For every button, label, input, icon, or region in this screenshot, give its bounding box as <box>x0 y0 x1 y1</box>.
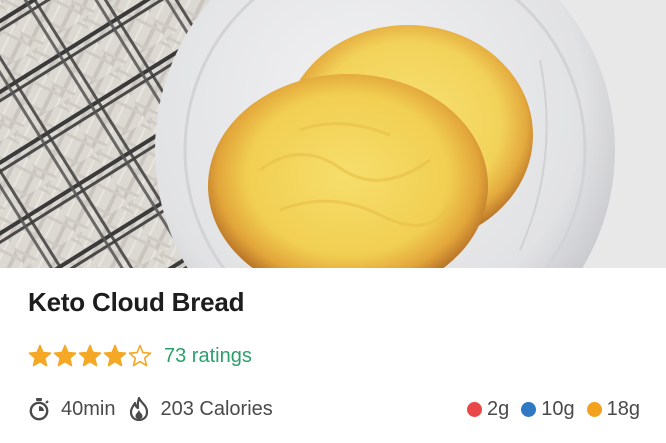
star-empty-icon <box>128 344 152 367</box>
macro-item: 10g <box>521 397 575 421</box>
calories: 203 Calories <box>129 397 273 421</box>
star-filled-icon <box>53 344 77 367</box>
rating-row: 73 ratings <box>28 341 252 371</box>
macro-value: 10g <box>541 397 575 420</box>
macro-list: 2g 10g 18g <box>467 398 640 421</box>
star-filled-icon <box>28 344 52 367</box>
star-filled-icon <box>103 344 127 367</box>
recipe-card[interactable]: Keto Cloud Bread 73 ratings 40min 203 Ca… <box>0 0 666 443</box>
recipe-photo[interactable] <box>0 0 666 268</box>
macro-value: 18g <box>606 397 640 420</box>
ratings-count-link[interactable]: 73 ratings <box>164 345 252 368</box>
stopwatch-icon <box>28 397 50 421</box>
macro-dot-icon <box>586 401 602 417</box>
recipe-title[interactable]: Keto Cloud Bread <box>28 287 245 318</box>
macro-item: 2g <box>467 398 509 421</box>
macro-item: 18g <box>586 397 640 421</box>
cook-time: 40min <box>28 397 115 421</box>
macro-dot-icon <box>467 401 482 417</box>
calories-text: 203 Calories <box>160 397 273 420</box>
cook-time-text: 40min <box>61 397 116 420</box>
star-filled-icon <box>78 344 102 367</box>
star-rating <box>28 344 152 368</box>
recipe-meta: 40min 203 Calories 2g 10g 18g <box>28 394 640 424</box>
macro-value: 2g <box>487 397 510 420</box>
macro-dot-icon <box>521 401 537 417</box>
flame-icon <box>129 397 149 421</box>
